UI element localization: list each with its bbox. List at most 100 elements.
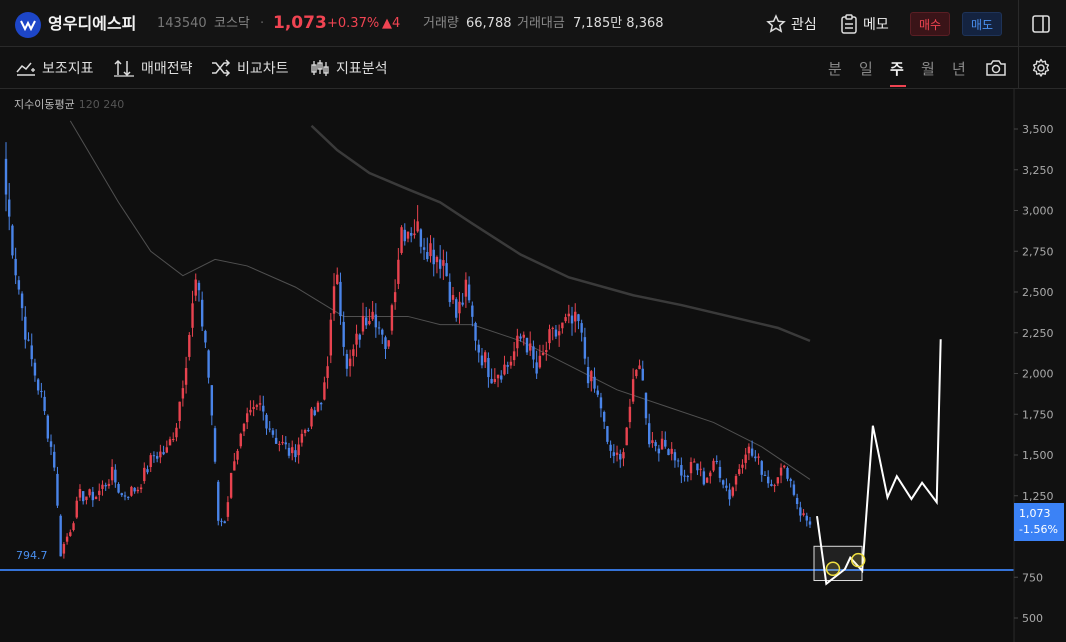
candle-body [480, 355, 484, 366]
candle-body [287, 447, 291, 456]
candle-body [175, 427, 178, 438]
candle-body [197, 282, 201, 291]
candle-body [496, 374, 500, 379]
candle-body [429, 243, 432, 257]
candle-body [336, 274, 339, 284]
candle-body [217, 481, 220, 521]
ma240-line [69, 120, 811, 480]
candle-body [11, 225, 14, 256]
candle-body [693, 461, 696, 463]
candle-body [14, 258, 17, 276]
candle-body [744, 454, 747, 463]
candle-body [802, 513, 805, 516]
period-day-tab[interactable]: 일 [859, 58, 873, 79]
candle-body [413, 233, 416, 236]
candle-body [541, 352, 545, 355]
candle-body [75, 500, 78, 518]
candle-body [155, 456, 159, 459]
candle-body [789, 479, 792, 481]
candle-body [628, 406, 632, 423]
candle-body [705, 477, 709, 483]
settings-button[interactable] [1031, 57, 1057, 79]
candle-body [329, 319, 333, 356]
indicator-label: 보조지표 [42, 61, 94, 77]
buy-button[interactable]: 매수 [910, 12, 951, 36]
candle-body [246, 413, 249, 423]
candle-body [506, 365, 509, 367]
candle-body [271, 430, 275, 435]
candle-body [316, 402, 320, 412]
period-year-tab[interactable]: 년 [952, 58, 966, 79]
candle-body [364, 317, 368, 326]
candle-body [49, 441, 53, 447]
candle-body [670, 448, 673, 454]
candle-body [455, 299, 458, 318]
candle-body [400, 227, 403, 253]
amount-label: 거래대금 [517, 16, 565, 31]
candle-body [445, 263, 448, 277]
candle-body [718, 466, 722, 478]
candle-body [738, 469, 741, 475]
y-tick-label: 1,750 [1022, 408, 1054, 421]
candle-body [390, 305, 394, 331]
candle-body [657, 448, 661, 454]
watchlist-button[interactable]: 관심 [766, 12, 817, 36]
stock-name[interactable]: 영우디에스피 [48, 14, 136, 34]
memo-button[interactable]: 메모 [840, 12, 889, 36]
candle-body [567, 313, 570, 317]
candle-body [792, 484, 796, 495]
candle-body [500, 375, 503, 380]
candle-body [403, 229, 406, 242]
candle-body [503, 364, 506, 375]
period-week-tab[interactable]: 주 [890, 58, 904, 79]
candle-body [72, 523, 75, 531]
sell-button[interactable]: 매도 [962, 12, 1003, 36]
candle-body [220, 520, 223, 522]
memo-icon [841, 14, 857, 34]
candle-body [59, 515, 62, 557]
candle-body [641, 368, 644, 381]
compare-button[interactable]: 비교차트 [211, 57, 289, 79]
candle-body [291, 447, 294, 454]
candle-body [644, 392, 648, 419]
candle-body [117, 484, 120, 493]
candle-body [406, 231, 410, 239]
candle-body [808, 521, 812, 525]
analysis-button[interactable]: 지표분석 [310, 57, 388, 79]
screenshot-button[interactable] [985, 57, 1013, 79]
price-chart[interactable]: 3,500 3,250 3,000 2,750 2,500 2,250 2,000 1,750… [0, 89, 1066, 642]
ma120-line [310, 124, 811, 343]
period-month-tab[interactable]: 월 [921, 58, 935, 79]
candle-body [8, 199, 11, 217]
indicator-button[interactable]: 보조지표 [16, 57, 94, 79]
candle-body [397, 259, 400, 284]
candle-body [545, 350, 548, 353]
gear-icon [1032, 58, 1050, 77]
candle-body [461, 302, 464, 305]
y-tick-label: 750 [1022, 571, 1043, 584]
candle-body [207, 350, 210, 378]
period-minute-tab[interactable]: 분 [828, 58, 842, 79]
candle-body [667, 449, 670, 456]
candle-body [580, 323, 583, 333]
candle-body [442, 260, 445, 266]
candle-body [522, 334, 525, 338]
candle-body [165, 447, 168, 453]
candle-body [130, 486, 133, 496]
candle-body [493, 379, 497, 382]
candle-body [741, 464, 744, 468]
candle-body [319, 402, 323, 405]
candle-body [143, 467, 146, 482]
candle-body [696, 463, 699, 471]
candle-body [551, 327, 554, 329]
watchlist-label: 관심 [791, 17, 817, 33]
candle-body [638, 365, 641, 370]
candle-body [525, 337, 529, 353]
candle-body [172, 438, 175, 440]
candle-body [43, 396, 46, 412]
y-tick-label: 3,500 [1022, 123, 1054, 136]
strategy-button[interactable]: 매매전략 [113, 57, 193, 79]
volume-value: 66,788 [466, 16, 512, 31]
candle-body [509, 361, 513, 366]
panel-toggle-button[interactable] [1031, 12, 1056, 36]
